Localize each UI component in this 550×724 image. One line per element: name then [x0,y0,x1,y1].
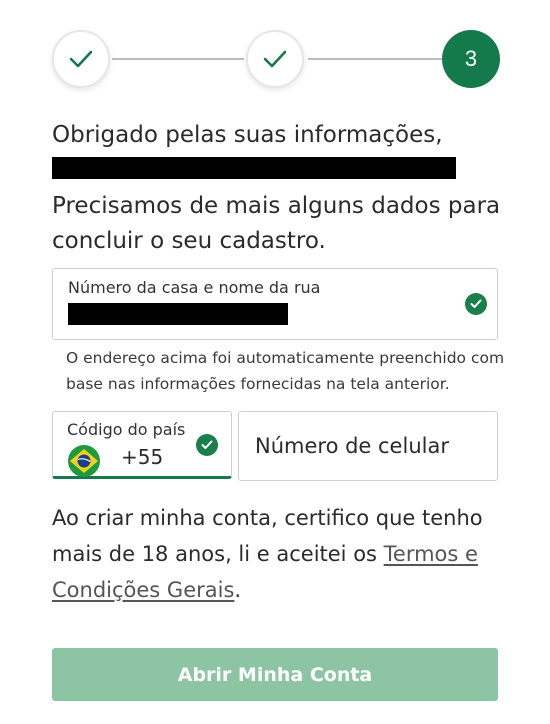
greeting-text: Obrigado pelas suas informações, [52,122,443,148]
stepper-connector [308,58,444,60]
step-3-current: 3 [442,30,500,88]
brazil-flag-icon [68,445,100,477]
intro-text: Obrigado pelas suas informações, Precisa… [52,118,512,259]
phone-field[interactable] [238,411,498,481]
country-code-select[interactable]: Código do país +55 [52,411,232,479]
country-code-value: +55 [121,445,164,469]
open-account-button[interactable]: Abrir Minha Conta [52,648,498,701]
step-1-completed [52,30,110,88]
terms-text: Ao criar minha conta, certifico que tenh… [52,500,512,608]
phone-input[interactable] [255,434,485,458]
progress-stepper: 3 [0,0,550,120]
valid-check-icon [196,434,218,456]
step-2-completed [246,30,304,88]
country-code-label: Código do país [67,420,186,439]
address-value-redacted[interactable] [68,303,288,325]
valid-check-icon [465,293,487,315]
redacted-user-name [52,157,456,179]
check-icon [69,50,93,68]
intro-message: Precisamos de mais alguns dados para con… [52,193,501,254]
terms-text-after: . [234,578,242,602]
step-number: 3 [464,46,478,71]
address-field[interactable]: Número da casa e nome da rua [52,268,498,340]
check-icon [263,50,287,68]
address-label: Número da casa e nome da rua [68,278,321,297]
address-helper-text: O endereço acima foi automaticamente pre… [66,349,505,393]
stepper-connector [112,58,244,60]
